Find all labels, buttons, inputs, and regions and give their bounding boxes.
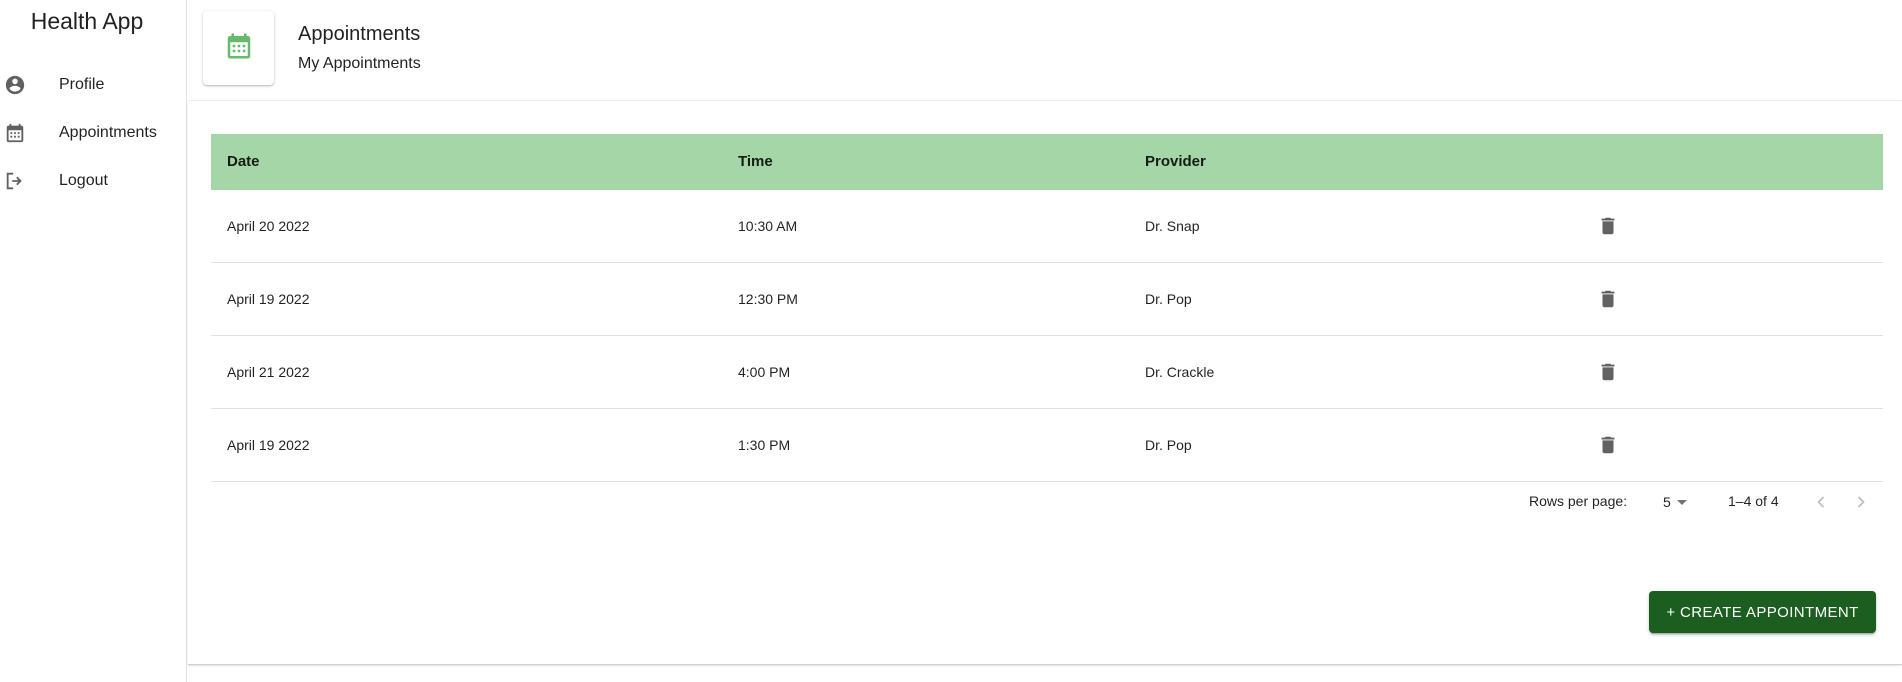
delete-button[interactable] — [1588, 206, 1628, 246]
page-title: Appointments — [298, 23, 421, 45]
delete-button[interactable] — [1588, 279, 1628, 319]
previous-page-button[interactable] — [1807, 488, 1835, 516]
chevron-left-icon — [1817, 496, 1825, 508]
cell-time: 12:30 PM — [738, 291, 798, 307]
delete-button[interactable] — [1588, 352, 1628, 392]
pagination-range: 1–4 of 4 — [1728, 493, 1779, 509]
trash-icon — [1601, 436, 1615, 454]
cell-date: April 20 2022 — [227, 218, 310, 234]
cell-time: 4:00 PM — [738, 364, 791, 380]
sidebar-item-appointments[interactable]: Appointments — [0, 113, 186, 153]
column-header-provider: Provider — [1145, 153, 1206, 170]
column-header-time: Time — [738, 153, 773, 170]
create-appointment-button[interactable]: + CREATE APPOINTMENT — [1649, 591, 1876, 633]
header-icon-card — [203, 11, 274, 85]
appointments-table: Date Time Provider April 20 2022 10:30 A… — [211, 134, 1883, 482]
rows-per-page-label: Rows per page: — [1529, 493, 1628, 509]
cell-provider: Dr. Pop — [1145, 291, 1192, 307]
rows-per-page-value: 5 — [1663, 494, 1671, 510]
table-row: April 19 2022 12:30 PM Dr. Pop — [211, 263, 1883, 336]
dropdown-arrow-icon — [1676, 499, 1687, 505]
account-circle-icon — [4, 74, 26, 96]
sidebar-item-label: Logout — [59, 172, 108, 189]
cell-date: April 21 2022 — [227, 364, 310, 380]
table-header-row: Date Time Provider — [211, 134, 1883, 190]
delete-button[interactable] — [1588, 425, 1628, 465]
cell-time: 1:30 PM — [738, 437, 791, 453]
sidebar: Health App Profile Appointments Logout — [0, 0, 187, 682]
cell-provider: Dr. Snap — [1145, 218, 1200, 234]
sidebar-item-profile[interactable]: Profile — [0, 65, 186, 105]
logout-icon — [4, 170, 26, 192]
trash-icon — [1601, 217, 1615, 235]
sidebar-item-label: Profile — [59, 76, 105, 93]
trash-icon — [1601, 363, 1615, 381]
main-panel: Date Time Provider April 20 2022 10:30 A… — [188, 101, 1902, 665]
table-row: April 20 2022 10:30 AM Dr. Snap — [211, 190, 1883, 263]
cell-provider: Dr. Pop — [1145, 437, 1192, 453]
table-row: April 19 2022 1:30 PM Dr. Pop — [211, 409, 1883, 482]
rows-per-page-select[interactable]: 5 — [1663, 486, 1687, 518]
page-subtitle: My Appointments — [298, 55, 421, 72]
calendar-icon — [4, 122, 26, 144]
cell-date: April 19 2022 — [227, 437, 310, 453]
cell-provider: Dr. Crackle — [1145, 364, 1215, 380]
chevron-right-icon — [1857, 496, 1865, 508]
page-header: Appointments My Appointments — [188, 0, 1902, 101]
app-root: Health App Profile Appointments Logout A… — [0, 0, 1902, 682]
sidebar-item-logout[interactable]: Logout — [0, 161, 186, 201]
calendar-icon — [224, 31, 254, 66]
next-page-button[interactable] — [1847, 488, 1875, 516]
table-row: April 21 2022 4:00 PM Dr. Crackle — [211, 336, 1883, 409]
cell-time: 10:30 AM — [738, 218, 798, 234]
table-pagination: Rows per page: 5 1–4 of 4 — [211, 476, 1883, 528]
cell-date: April 19 2022 — [227, 291, 310, 307]
trash-icon — [1601, 290, 1615, 308]
column-header-date: Date — [227, 153, 260, 170]
app-title: Health App — [30, 8, 144, 34]
sidebar-item-label: Appointments — [59, 124, 157, 141]
